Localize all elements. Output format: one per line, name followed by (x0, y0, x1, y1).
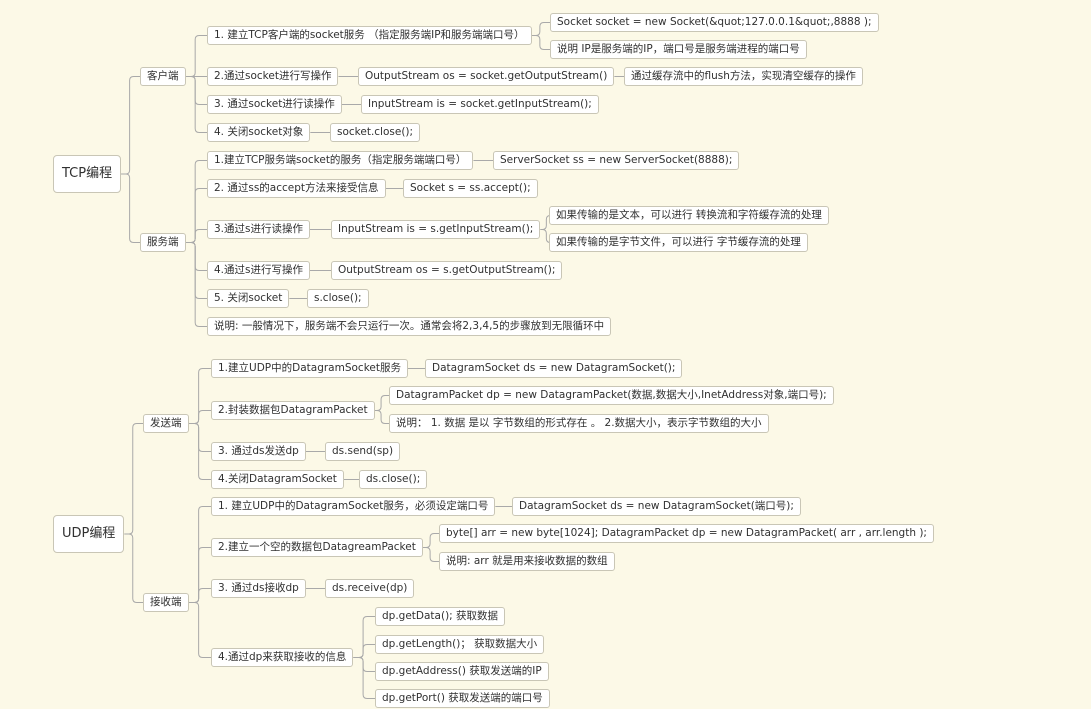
link-receiver-step-2-to-receiver-step-2-code (422, 533, 439, 548)
sender-step-1[interactable]: 1.建立UDP中的DatagramSocket服务 (211, 359, 408, 378)
link-root-udp-to-branch-receiver (124, 533, 143, 603)
link-client-step-1-to-client-step-1-note (531, 35, 550, 50)
link-sender-step-2-to-sender-step-2-code (374, 395, 389, 411)
sender-step-1-code[interactable]: DatagramSocket ds = new DatagramSocket()… (425, 359, 683, 378)
link-branch-sender-to-sender-step-2 (188, 410, 211, 424)
server-step-1-code[interactable]: ServerSocket ss = new ServerSocket(8888)… (493, 151, 740, 170)
receiver-step-1-code[interactable]: DatagramSocket ds = new DatagramSocket(端… (512, 497, 801, 516)
server-step-2[interactable]: 2. 通过ss的accept方法来接受信息 (207, 179, 386, 198)
receiver-step-2[interactable]: 2.建立一个空的数据包DatagreamPacket (211, 538, 423, 557)
link-sender-step-2-to-sender-step-2-note (374, 410, 389, 424)
receiver-step-1[interactable]: 1. 建立UDP中的DatagramSocket服务，必须设定端口号 (211, 497, 496, 516)
sender-step-2-note[interactable]: 说明： 1. 数据 是以 字节数组的形式存在 。 2.数据大小，表示字节数组的大… (389, 414, 769, 433)
client-step-3[interactable]: 3. 通过socket进行读操作 (207, 95, 342, 114)
link-branch-sender-to-sender-step-3 (188, 423, 211, 452)
server-step-5-code[interactable]: s.close(); (307, 289, 369, 308)
server-step-3[interactable]: 3.通过s进行读操作 (207, 220, 310, 239)
mindmap-canvas: TCP编程 客户端 1. 建立TCP客户端的socket服务 （指定服务端IP和… (0, 0, 1091, 709)
server-step-5[interactable]: 5. 关闭socket (207, 289, 290, 308)
server-step-3-code[interactable]: InputStream is = s.getInputStream(); (331, 220, 541, 239)
client-step-2-code[interactable]: OutputStream os = socket.getOutputStream… (358, 67, 615, 86)
link-root-tcp-to-branch-server (121, 173, 140, 243)
sender-step-2[interactable]: 2.封装数据包DatagramPacket (211, 401, 375, 420)
sender-step-4-code[interactable]: ds.close(); (359, 470, 428, 489)
link-branch-receiver-to-receiver-step-3 (188, 588, 211, 603)
link-branch-receiver-to-receiver-step-4 (188, 602, 211, 658)
client-step-3-code[interactable]: InputStream is = socket.getInputStream()… (361, 95, 599, 114)
server-step-4-code[interactable]: OutputStream os = s.getOutputStream(); (331, 261, 563, 280)
server-step-1[interactable]: 1.建立TCP服务端socket的服务（指定服务端端口号） (207, 151, 474, 170)
client-step-1-note[interactable]: 说明 IP是服务端的IP，端口号是服务端进程的端口号 (550, 40, 807, 59)
branch-sender[interactable]: 发送端 (143, 414, 189, 433)
receiver-get-address[interactable]: dp.getAddress() 获取发送端的IP (375, 662, 549, 681)
client-step-2-note[interactable]: 通过缓存流中的flush方法，实现清空缓存的操作 (624, 67, 863, 86)
receiver-get-length[interactable]: dp.getLength()； 获取数据大小 (375, 635, 545, 654)
receiver-step-3[interactable]: 3. 通过ds接收dp (211, 579, 306, 598)
link-client-step-1-to-client-step-1-code (531, 22, 550, 36)
branch-receiver[interactable]: 接收端 (143, 593, 189, 612)
client-step-4[interactable]: 4. 关闭socket对象 (207, 123, 311, 142)
client-step-1[interactable]: 1. 建立TCP客户端的socket服务 （指定服务端IP和服务端端口号） (207, 26, 532, 45)
server-step-2-code[interactable]: Socket s = ss.accept(); (403, 179, 538, 198)
link-branch-server-to-server-step-2 (185, 188, 207, 243)
branch-client[interactable]: 客户端 (140, 67, 186, 86)
client-step-4-code[interactable]: socket.close(); (330, 123, 421, 142)
sender-step-2-code[interactable]: DatagramPacket dp = new DatagramPacket(数… (389, 386, 834, 405)
link-root-tcp-to-branch-client (121, 76, 140, 175)
receiver-step-2-note[interactable]: 说明: arr 就是用来接收数据的数组 (439, 552, 615, 571)
receiver-get-data[interactable]: dp.getData(); 获取数据 (375, 607, 506, 626)
link-receiver-step-4-to-receiver-get-length (353, 644, 375, 658)
link-branch-client-to-client-step-1 (185, 35, 207, 77)
link-branch-receiver-to-receiver-step-2 (188, 547, 211, 603)
root-tcp[interactable]: TCP编程 (53, 155, 122, 193)
link-receiver-step-4-to-receiver-get-address (353, 657, 375, 672)
sender-step-4[interactable]: 4.关闭DatagramSocket (211, 470, 344, 489)
receiver-step-2-code[interactable]: byte[] arr = new byte[1024]; DatagramPac… (439, 524, 934, 543)
client-step-2[interactable]: 2.通过socket进行写操作 (207, 67, 339, 86)
link-branch-server-to-server-note (185, 242, 207, 327)
link-branch-server-to-server-step-4 (185, 242, 207, 271)
receiver-step-3-code[interactable]: ds.receive(dp) (325, 579, 415, 598)
link-root-udp-to-branch-sender (124, 423, 143, 535)
receiver-step-4[interactable]: 4.通过dp来获取接收的信息 (211, 648, 354, 667)
link-receiver-step-4-to-receiver-get-port (353, 657, 375, 699)
link-receiver-step-4-to-receiver-get-data (353, 616, 375, 658)
root-udp[interactable]: UDP编程 (53, 515, 125, 553)
link-branch-sender-to-sender-step-1 (188, 368, 211, 424)
sender-step-3[interactable]: 3. 通过ds发送dp (211, 442, 306, 461)
link-branch-client-to-client-step-3 (185, 76, 207, 105)
server-step-3-note-text[interactable]: 如果传输的是文本，可以进行 转换流和字符缓存流的处理 (549, 206, 829, 225)
link-branch-server-to-server-step-3 (185, 229, 207, 243)
receiver-get-port[interactable]: dp.getPort() 获取发送端的端口号 (375, 689, 550, 708)
link-receiver-step-2-to-receiver-step-2-note (422, 547, 439, 562)
branch-server[interactable]: 服务端 (140, 233, 186, 252)
sender-step-3-code[interactable]: ds.send(sp) (325, 442, 401, 461)
server-note[interactable]: 说明: 一般情况下，服务端不会只运行一次。通常会将2,3,4,5的步骤放到无限循… (207, 317, 612, 336)
server-step-4[interactable]: 4.通过s进行写操作 (207, 261, 310, 280)
client-step-1-code[interactable]: Socket socket = new Socket(&quot;127.0.0… (550, 13, 879, 32)
server-step-3-note-bytes[interactable]: 如果传输的是字节文件，可以进行 字节缓存流的处理 (549, 233, 808, 252)
